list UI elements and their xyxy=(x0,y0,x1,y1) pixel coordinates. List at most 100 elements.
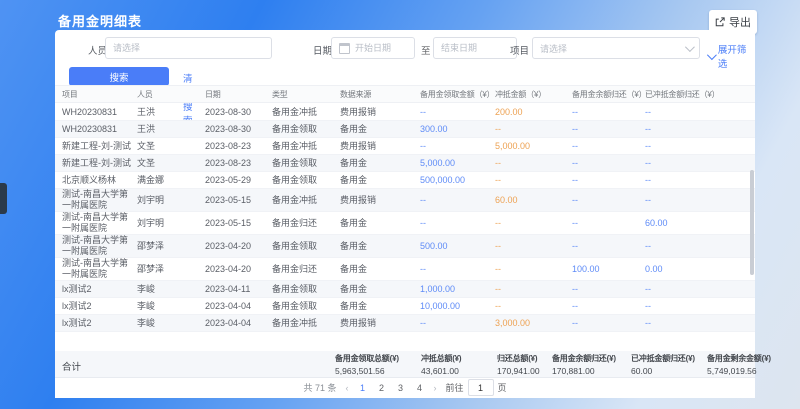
cell-project: lx测试2 xyxy=(62,301,137,312)
table-row: WH20230831王洪2023-08-30备用金冲抵费用报销--200.00-… xyxy=(55,104,755,121)
stat-label: 已冲抵金额归还(¥) xyxy=(631,353,695,364)
cell-balance-return: -- xyxy=(572,241,645,252)
cell-balance-return: -- xyxy=(572,107,645,118)
table-row: 新建工程-刘-测试文圣2023-08-23备用金冲抵费用报销--5,000.00… xyxy=(55,138,755,155)
cell-offset-amount: 200.00 xyxy=(495,107,572,118)
goto-page-input[interactable] xyxy=(468,379,494,396)
cell-balance-return: 100.00 xyxy=(572,264,645,275)
column-header: 已冲抵金额归还（¥） xyxy=(645,89,745,100)
cell-person: 王洪 xyxy=(137,107,205,118)
cell-offset-amount: -- xyxy=(495,175,572,186)
cell-type: 备用金冲抵 xyxy=(272,195,340,206)
page-number-2[interactable]: 2 xyxy=(376,383,386,393)
cell-received-amount: -- xyxy=(420,218,495,229)
chevron-down-icon xyxy=(685,42,695,52)
cell-project: 新建工程-刘-测试 xyxy=(62,141,137,152)
cell-balance-return: -- xyxy=(572,175,645,186)
person-select[interactable] xyxy=(105,37,272,59)
cell-received-amount: 5,000.00 xyxy=(420,158,495,169)
page-number-1[interactable]: 1 xyxy=(357,383,367,393)
summary-label: 合计 xyxy=(62,359,81,373)
cell-project: lx测试2 xyxy=(62,318,137,329)
cell-source: 备用金 xyxy=(340,124,420,135)
stat-value: 170,881.00 xyxy=(552,366,616,376)
table-body: WH20230831王洪2023-08-30备用金冲抵费用报销--200.00-… xyxy=(55,104,755,351)
cell-type: 备用金冲抵 xyxy=(272,107,340,118)
page-unit-label: 页 xyxy=(498,381,507,394)
cell-balance-return: -- xyxy=(572,301,645,312)
page-number-3[interactable]: 3 xyxy=(395,383,405,393)
cell-project: WH20230831 xyxy=(62,107,137,118)
table-header: 项目人员日期类型数据来源备用金领取金额（¥）冲抵金额（¥）备用金余额归还（¥）已… xyxy=(55,85,755,103)
cell-offset-amount: 5,000.00 xyxy=(495,141,572,152)
cell-source: 备用金 xyxy=(340,175,420,186)
stat-value: 170,941.00 xyxy=(497,366,540,376)
cell-received-amount: 1,000.00 xyxy=(420,284,495,295)
cell-date: 2023-05-15 xyxy=(205,218,272,229)
cell-person: 李峻 xyxy=(137,284,205,295)
cell-source: 备用金 xyxy=(340,284,420,295)
expand-filters-link[interactable]: 展开筛选 xyxy=(707,42,755,70)
cell-received-amount: -- xyxy=(420,318,495,329)
cell-project: 测试-南昌大学第一附属医院 xyxy=(62,258,137,280)
cell-offset-return: 60.00 xyxy=(645,218,745,229)
cell-source: 备用金 xyxy=(340,301,420,312)
cell-project: 测试-南昌大学第一附属医院 xyxy=(62,235,137,257)
cell-offset-return: -- xyxy=(645,241,745,252)
cell-person: 王洪 xyxy=(137,124,205,135)
date-end-input[interactable] xyxy=(441,43,509,53)
cell-offset-amount: 60.00 xyxy=(495,195,572,206)
column-header: 类型 xyxy=(272,89,340,100)
goto-label: 前往 xyxy=(445,381,463,394)
cell-source: 备用金 xyxy=(340,218,420,229)
summary-stat: 已冲抵金额归还(¥) 60.00 xyxy=(631,353,695,376)
cell-offset-amount: -- xyxy=(495,124,572,135)
date-start-input[interactable] xyxy=(355,43,407,53)
cell-offset-return: -- xyxy=(645,318,745,329)
person-input[interactable] xyxy=(113,43,264,53)
cell-project: 新建工程-刘-测试 xyxy=(62,158,137,169)
table-row: 测试-南昌大学第一附属医院邵梦泽2023-04-20备用金归还备用金----10… xyxy=(55,258,755,281)
column-header: 数据来源 xyxy=(340,89,420,100)
summary-stat: 备用金领取总额(¥) 5,963,501.56 xyxy=(335,353,399,376)
cell-type: 备用金归还 xyxy=(272,264,340,275)
table-row: 测试-南昌大学第一附属医院刘宇明2023-05-15备用金归还备用金------… xyxy=(55,212,755,235)
export-icon xyxy=(715,17,725,27)
cell-balance-return: -- xyxy=(572,141,645,152)
date-end-picker[interactable] xyxy=(433,37,517,59)
calendar-icon xyxy=(339,43,350,54)
cell-date: 2023-05-29 xyxy=(205,175,272,186)
sidebar-collapse-handle[interactable] xyxy=(0,183,7,214)
table-scrollbar[interactable] xyxy=(750,170,754,275)
column-header: 人员 xyxy=(137,89,205,100)
cell-source: 备用金 xyxy=(340,158,420,169)
project-select[interactable]: 请选择 xyxy=(532,37,700,59)
cell-type: 备用金冲抵 xyxy=(272,318,340,329)
stat-label: 归还总额(¥) xyxy=(497,353,540,364)
cell-person: 邵梦泽 xyxy=(137,264,205,275)
cell-offset-return: -- xyxy=(645,284,745,295)
stat-label: 备用金余额归还(¥) xyxy=(552,353,616,364)
cell-project: WH20230831 xyxy=(62,124,137,135)
next-page-button[interactable]: › xyxy=(433,383,436,393)
page-number-4[interactable]: 4 xyxy=(414,383,424,393)
stat-label: 备用金领取总额(¥) xyxy=(335,353,399,364)
cell-offset-amount: -- xyxy=(495,301,572,312)
export-label: 导出 xyxy=(729,14,751,30)
cell-project: 测试-南昌大学第一附属医院 xyxy=(62,189,137,211)
table-row: lx测试2李峻2023-04-04备用金冲抵费用报销--3,000.00---- xyxy=(55,315,755,332)
column-header: 冲抵金额（¥） xyxy=(495,89,572,100)
date-start-picker[interactable] xyxy=(331,37,415,59)
cell-date: 2023-08-30 xyxy=(205,107,272,118)
content-panel: 人员 日期 至 项目 请选择 展开筛选 搜索 清空搜索 项目人员日期类型数据来源… xyxy=(55,30,755,398)
search-button[interactable]: 搜索 xyxy=(69,67,169,86)
prev-page-button[interactable]: ‹ xyxy=(345,383,348,393)
cell-received-amount: 10,000.00 xyxy=(420,301,495,312)
cell-balance-return: -- xyxy=(572,284,645,295)
cell-date: 2023-04-20 xyxy=(205,264,272,275)
stat-value: 43,601.00 xyxy=(421,366,461,376)
stat-value: 60.00 xyxy=(631,366,695,376)
cell-offset-return: -- xyxy=(645,124,745,135)
cell-person: 邵梦泽 xyxy=(137,241,205,252)
cell-type: 备用金归还 xyxy=(272,218,340,229)
